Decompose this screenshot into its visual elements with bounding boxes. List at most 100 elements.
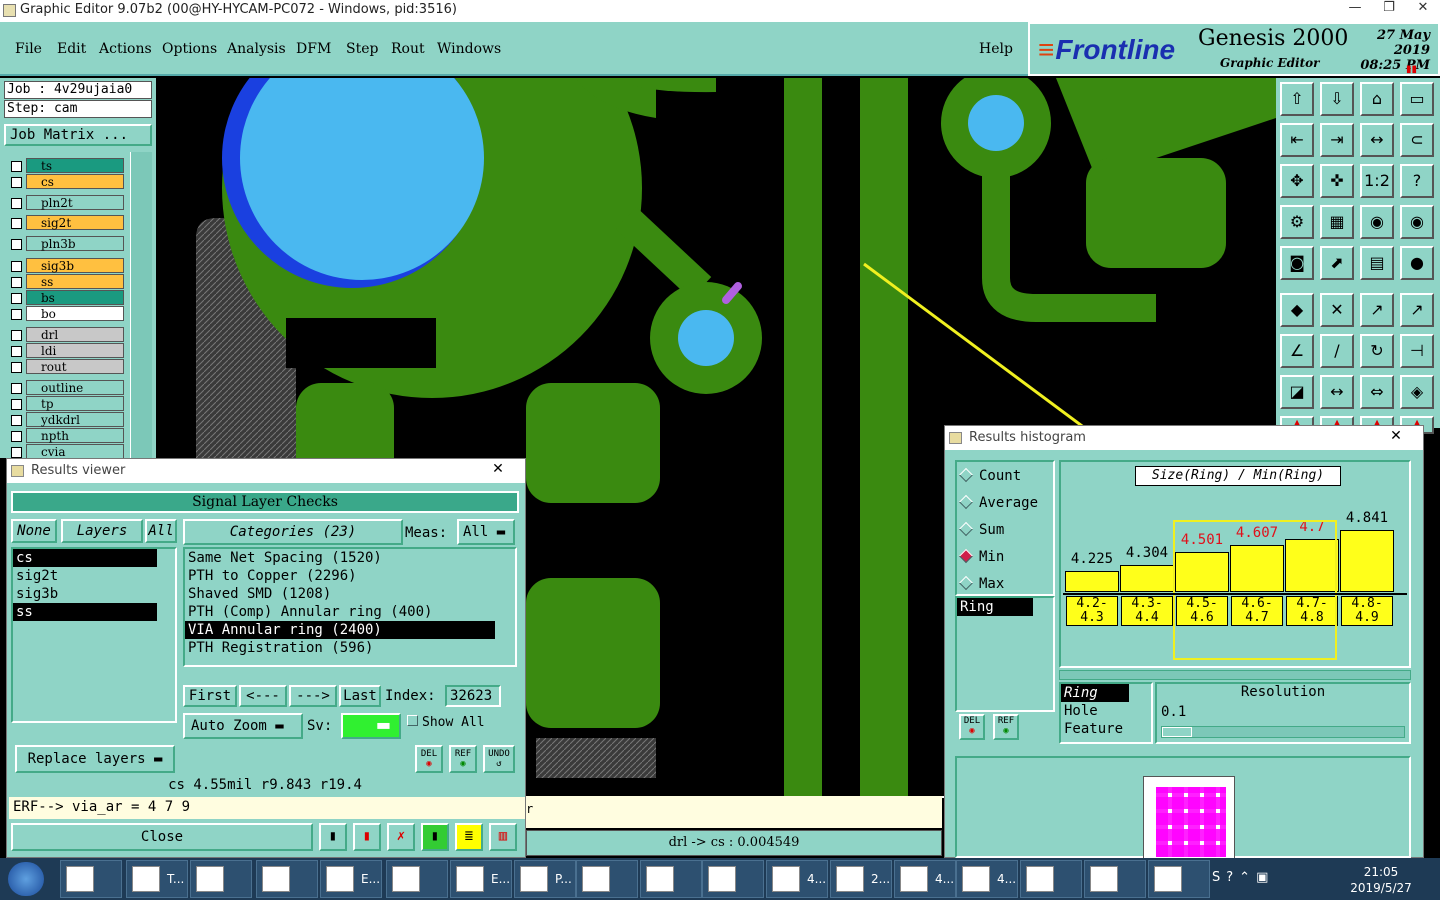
layer-row-drl[interactable]: drl — [6, 327, 124, 342]
chart-icon-1[interactable]: ▮ — [319, 823, 347, 851]
pause-icon[interactable]: ▮▮ — [1406, 64, 1417, 75]
layer-label[interactable]: rout — [26, 359, 124, 374]
tool-button-14-icon[interactable]: ▦ — [1320, 205, 1354, 239]
tool-button-19-icon[interactable]: ▤ — [1360, 246, 1394, 280]
tool-button-24-icon[interactable]: ↗ — [1400, 293, 1434, 327]
layer-row-tp[interactable]: tp — [6, 396, 124, 411]
taskbar-button[interactable]: 4... — [894, 860, 956, 898]
auto-zoom-dropdown[interactable]: Auto Zoom ▬ — [183, 713, 303, 739]
chart-icon-2[interactable]: ▮ — [353, 823, 381, 851]
menu-rout[interactable]: Rout — [391, 41, 425, 57]
layer-label[interactable]: ss — [26, 274, 124, 289]
help-tray-icon[interactable]: ? — [1226, 870, 1239, 885]
none-button[interactable]: None — [11, 519, 57, 543]
taskbar-button[interactable]: 4... — [956, 860, 1018, 898]
tool-button-23-icon[interactable]: ↗ — [1360, 293, 1394, 327]
job-matrix-button[interactable]: Job Matrix ... — [4, 124, 152, 146]
menu-dfm[interactable]: DFM — [296, 41, 331, 57]
histogram-close-x[interactable]: ✕ — [1377, 428, 1415, 446]
tool-button-2-icon[interactable]: ⇩ — [1320, 82, 1354, 116]
result-layer-item[interactable]: sig2t — [13, 567, 157, 585]
mode-radio-average[interactable]: Average — [958, 494, 1038, 511]
tool-button-8-icon[interactable]: ⊂ — [1400, 123, 1434, 157]
menu-step[interactable]: Step — [346, 41, 378, 57]
layer-checkbox[interactable] — [6, 215, 26, 230]
mode-radio-min[interactable]: Min — [958, 548, 1004, 565]
tool-button-16-icon[interactable]: ◉ — [1400, 205, 1434, 239]
layer-label[interactable]: npth — [26, 428, 124, 443]
layer-checkbox[interactable] — [6, 396, 26, 411]
category-item[interactable]: PTH to Copper (2296) — [185, 567, 495, 585]
del-button[interactable]: DEL ◉ — [415, 745, 443, 773]
tool-button-12-icon[interactable]: ? — [1400, 164, 1434, 198]
first-button[interactable]: First — [183, 685, 237, 707]
replace-layers-dropdown[interactable]: Replace layers ▬ — [15, 745, 175, 773]
tool-button-1-icon[interactable]: ⇧ — [1280, 82, 1314, 116]
taskbar-button[interactable] — [640, 860, 702, 898]
tray-clock[interactable]: 21:05 2019/5/27 — [1346, 864, 1416, 896]
layer-row-npth[interactable]: npth — [6, 428, 124, 443]
category-list[interactable]: Same Net Spacing (1520) PTH to Copper (22… — [183, 547, 517, 667]
layer-label[interactable]: bo — [26, 306, 124, 321]
layer-checkbox[interactable] — [6, 428, 26, 443]
undo-button[interactable]: UNDO ↺ — [483, 745, 515, 773]
layer-label[interactable]: outline — [26, 380, 124, 395]
menu-options[interactable]: Options — [162, 41, 217, 57]
tool-button-3-icon[interactable]: ⌂ — [1360, 82, 1394, 116]
green-icon[interactable]: ▮ — [421, 823, 449, 851]
tool-button-17-icon[interactable]: ◙ — [1280, 246, 1314, 280]
category-item[interactable]: PTH (Comp) Annular ring (400) — [185, 603, 495, 621]
attribute-list[interactable]: Ring Hole Feature — [1059, 682, 1153, 744]
tool-button-20-icon[interactable]: ● — [1400, 246, 1434, 280]
taskbar-button[interactable]: T... — [126, 860, 188, 898]
layer-scrollbar[interactable] — [130, 152, 152, 458]
layer-label[interactable]: ts — [26, 158, 124, 173]
layer-label[interactable]: pln3b — [26, 236, 124, 251]
result-layer-item[interactable]: sig3b — [13, 585, 157, 603]
menu-actions[interactable]: Actions — [99, 41, 152, 57]
taskbar-button[interactable] — [1084, 860, 1146, 898]
index-input[interactable]: 32623 — [445, 685, 501, 707]
result-layer-list[interactable]: cs sig2t sig3b ss — [11, 547, 177, 723]
list-item[interactable]: Ring — [957, 598, 1033, 616]
layer-row-ydkdrl[interactable]: ydkdrl — [6, 412, 124, 427]
histo-ref-button[interactable]: REF ◉ — [993, 714, 1019, 740]
tool-button-32-icon[interactable]: ◈ — [1400, 375, 1434, 409]
tool-button-6-icon[interactable]: ⇥ — [1320, 123, 1354, 157]
histo-del-button[interactable]: DEL ◉ — [959, 714, 985, 740]
chart-scrollbar[interactable] — [1059, 670, 1411, 680]
layer-label[interactable]: bs — [26, 290, 124, 305]
layer-checkbox[interactable] — [6, 174, 26, 189]
layer-checkbox[interactable] — [6, 195, 26, 210]
tool-button-5-icon[interactable]: ⇤ — [1280, 123, 1314, 157]
s-tray-icon[interactable]: S — [1212, 870, 1226, 885]
taskbar-button[interactable] — [702, 860, 764, 898]
tool-button-18-icon[interactable]: ⬈ — [1320, 246, 1354, 280]
layer-row-bs[interactable]: bs — [6, 290, 124, 305]
layer-checkbox[interactable] — [6, 327, 26, 342]
menu-windows[interactable]: Windows — [437, 41, 501, 57]
layer-checkbox[interactable] — [6, 274, 26, 289]
histogram-icon[interactable]: ▥ — [489, 823, 517, 851]
mode-radio-max[interactable]: Max — [958, 575, 1004, 592]
layer-checkbox[interactable] — [6, 290, 26, 305]
tool-button-28-icon[interactable]: ⊣ — [1400, 334, 1434, 368]
histogram-bar[interactable] — [1065, 571, 1119, 592]
layer-label[interactable]: pln2t — [26, 195, 124, 210]
layer-checkbox[interactable] — [6, 380, 26, 395]
menu-edit[interactable]: Edit — [57, 41, 86, 57]
layer-checkbox[interactable] — [6, 444, 26, 459]
layer-row-ldi[interactable]: ldi — [6, 343, 124, 358]
tool-button-26-icon[interactable]: / — [1320, 334, 1354, 368]
layer-row-rout[interactable]: rout — [6, 359, 124, 374]
taskbar-button[interactable] — [190, 860, 252, 898]
layer-checkbox[interactable] — [6, 258, 26, 273]
resolution-slider[interactable] — [1161, 726, 1405, 738]
disabled-icon[interactable]: ✗ — [387, 823, 415, 851]
layer-row-sig2t[interactable]: sig2t — [6, 215, 124, 230]
tool-button-21-icon[interactable]: ◆ — [1280, 293, 1314, 327]
start-button[interactable] — [8, 862, 44, 896]
attr-ring[interactable]: Ring — [1061, 684, 1129, 702]
taskbar-button[interactable] — [1020, 860, 1082, 898]
layer-checkbox[interactable] — [6, 158, 26, 173]
